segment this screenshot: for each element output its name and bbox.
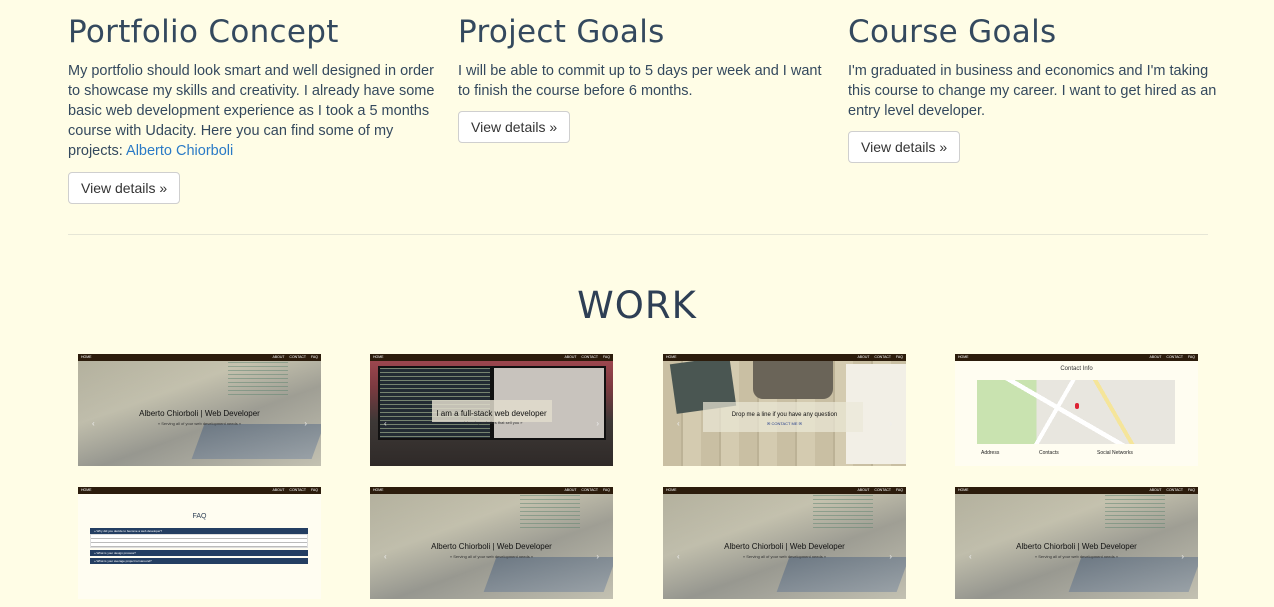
thumbnail-hero-title: I am a full-stack web developer xyxy=(436,409,547,418)
thumbnail-hero-title: Alberto Chiorboli | Web Developer xyxy=(724,542,845,551)
column-title: Course Goals xyxy=(848,14,1057,50)
thumbnail-nav-links: ABOUT CONTACT FAQ xyxy=(857,488,903,492)
thumbnail-hero-title: Alberto Chiorboli | Web Developer xyxy=(1016,542,1137,551)
column-body-text: My portfolio should look smart and well … xyxy=(68,63,435,159)
chevron-right-icon: › xyxy=(1181,552,1184,561)
column-text: I will be able to commit up to 5 days pe… xyxy=(458,63,822,99)
thumbnail-navbar: HOME ABOUT CONTACT FAQ xyxy=(78,354,321,361)
thumbnail-hero: Alberto Chiorboli | Web Developer « Serv… xyxy=(955,494,1198,599)
thumbnail-hero-subtitle: « I develop websites that sell you » xyxy=(460,420,523,425)
chevron-right-icon: › xyxy=(889,552,892,561)
work-thumbnail-home[interactable]: HOME ABOUT CONTACT FAQ Alberto Chiorboli … xyxy=(370,487,613,599)
thumbnail-brand: HOME xyxy=(666,355,677,359)
view-details-button[interactable]: View details » xyxy=(68,172,181,204)
intro-columns: Portfolio Concept My portfolio should lo… xyxy=(68,0,1216,220)
thumbnail-navbar: HOME ABOUT CONTACT FAQ xyxy=(663,487,906,494)
view-details-button[interactable]: View details » xyxy=(848,131,961,163)
thumbnail-brand: HOME xyxy=(81,355,92,359)
thumbnail-hero-subtitle: « Serving all of your web development ne… xyxy=(1034,554,1119,559)
work-thumbnail-about[interactable]: HOME ABOUT CONTACT FAQ I am a full-stack … xyxy=(370,354,613,466)
thumbnail-hero: I am a full-stack web developer « I deve… xyxy=(370,361,613,466)
thumbnail-hero: Contact Info Address Contacts Social Netwo… xyxy=(955,361,1198,466)
thumbnail-navbar: HOME ABOUT CONTACT FAQ xyxy=(663,354,906,361)
thumbnail-hero: Alberto Chiorboli | Web Developer « Serv… xyxy=(663,494,906,599)
thumbnail-nav-links: ABOUT CONTACT FAQ xyxy=(272,355,318,359)
map-image xyxy=(977,380,1175,444)
thumbnail-hero-subtitle: « Serving all of your web development ne… xyxy=(157,421,242,426)
thumbnail-hero-title: Drop me a line if you have any question xyxy=(731,412,838,418)
thumbnail-navbar: HOME ABOUT CONTACT FAQ xyxy=(78,487,321,494)
thumbnail-brand: HOME xyxy=(373,355,384,359)
contact-info-title: Contact Info xyxy=(1060,366,1093,372)
thumbnail-hero: Drop me a line if you have any question … xyxy=(663,361,906,466)
work-thumbnail-home[interactable]: HOME ABOUT CONTACT FAQ Alberto Chiorboli … xyxy=(78,354,321,466)
contact-column-label: Address xyxy=(981,450,1000,456)
chevron-left-icon: ‹ xyxy=(969,552,972,561)
thumbnail-brand: HOME xyxy=(666,488,677,492)
thumbnail-hero-subtitle: ✉ CONTACT ME ✉ xyxy=(767,421,802,426)
projects-link[interactable]: Alberto Chiorboli xyxy=(126,143,233,159)
contact-column-label: Social Networks xyxy=(1097,450,1133,456)
faq-answer xyxy=(90,534,308,548)
faq-question: » What is your design process? xyxy=(90,550,308,556)
work-thumbnail-home[interactable]: HOME ABOUT CONTACT FAQ Alberto Chiorboli … xyxy=(955,487,1198,599)
chevron-right-icon: › xyxy=(596,419,599,428)
thumbnail-hero-title: Alberto Chiorboli | Web Developer xyxy=(139,409,260,418)
thumbnail-nav-links: ABOUT CONTACT FAQ xyxy=(1149,488,1195,492)
thumbnail-nav-links: ABOUT CONTACT FAQ xyxy=(1149,355,1195,359)
thumbnail-hero-subtitle: « Serving all of your web development ne… xyxy=(742,554,827,559)
thumbnail-brand: HOME xyxy=(958,488,969,492)
contact-column-label: Contacts xyxy=(1039,450,1059,456)
contact-columns: Address Contacts Social Networks xyxy=(981,450,1178,456)
work-thumbnail-home[interactable]: HOME ABOUT CONTACT FAQ Alberto Chiorboli … xyxy=(663,487,906,599)
thumbnail-hero-title: Alberto Chiorboli | Web Developer xyxy=(431,542,552,551)
thumbnail-brand: HOME xyxy=(958,355,969,359)
faq-question: » What is your average project turnaroun… xyxy=(90,558,308,564)
thumbnail-navbar: HOME ABOUT CONTACT FAQ xyxy=(955,487,1198,494)
chevron-right-icon: › xyxy=(889,419,892,428)
column-text: I'm graduated in business and economics … xyxy=(848,63,1217,119)
view-details-button[interactable]: View details » xyxy=(458,111,571,143)
thumbnail-navbar: HOME ABOUT CONTACT FAQ xyxy=(370,354,613,361)
thumbnail-hero-subtitle: « Serving all of your web development ne… xyxy=(449,554,534,559)
thumbnail-brand: HOME xyxy=(81,488,92,492)
thumbnail-navbar: HOME ABOUT CONTACT FAQ xyxy=(955,354,1198,361)
thumbnail-hero: Alberto Chiorboli | Web Developer « Serv… xyxy=(370,494,613,599)
column-title: Portfolio Concept xyxy=(68,14,339,50)
chevron-left-icon: ‹ xyxy=(677,419,680,428)
column-title: Project Goals xyxy=(458,14,665,50)
chevron-left-icon: ‹ xyxy=(384,552,387,561)
chevron-left-icon: ‹ xyxy=(384,419,387,428)
chevron-right-icon: › xyxy=(596,552,599,561)
thumbnail-navbar: HOME ABOUT CONTACT FAQ xyxy=(370,487,613,494)
thumbnail-nav-links: ABOUT CONTACT FAQ xyxy=(564,488,610,492)
thumbnail-brand: HOME xyxy=(373,488,384,492)
chevron-left-icon: ‹ xyxy=(677,552,680,561)
thumbnail-nav-links: ABOUT CONTACT FAQ xyxy=(857,355,903,359)
chevron-right-icon: › xyxy=(304,419,307,428)
work-section-title: WORK xyxy=(577,284,697,327)
work-thumbnail-contact-info[interactable]: HOME ABOUT CONTACT FAQ Contact Info Addre… xyxy=(955,354,1198,466)
work-thumbnail-faq[interactable]: HOME ABOUT CONTACT FAQ FAQ » Why did you … xyxy=(78,487,321,599)
work-thumbnail-contact[interactable]: HOME ABOUT CONTACT FAQ Drop me a line if … xyxy=(663,354,906,466)
thumbnail-hero: FAQ » Why did you decide to become a web… xyxy=(78,494,321,599)
thumbnail-nav-links: ABOUT CONTACT FAQ xyxy=(272,488,318,492)
map-pin-icon xyxy=(1075,403,1079,409)
chevron-left-icon: ‹ xyxy=(92,419,95,428)
thumbnail-nav-links: ABOUT CONTACT FAQ xyxy=(564,355,610,359)
faq-title: FAQ xyxy=(192,513,207,520)
column-text: My portfolio should look smart and well … xyxy=(68,61,438,161)
thumbnail-hero: Alberto Chiorboli | Web Developer « Serv… xyxy=(78,361,321,466)
section-divider xyxy=(68,234,1208,235)
